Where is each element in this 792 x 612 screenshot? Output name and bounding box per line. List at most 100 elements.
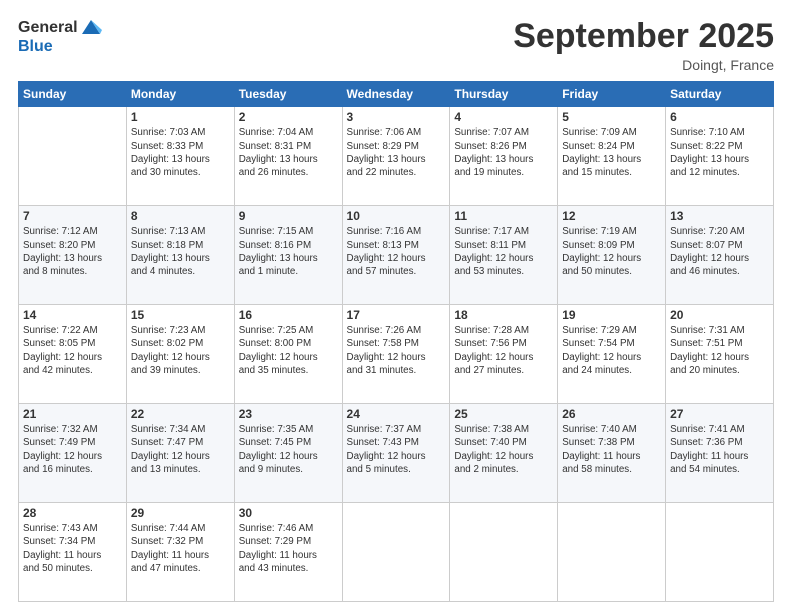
day-number: 11 xyxy=(454,209,553,223)
day-info: Sunrise: 7:28 AMSunset: 7:56 PMDaylight:… xyxy=(454,324,553,377)
day-number: 4 xyxy=(454,110,553,124)
day-info: Sunrise: 7:43 AMSunset: 7:34 PMDaylight:… xyxy=(23,522,122,575)
day-number: 12 xyxy=(562,209,661,223)
day-info: Sunrise: 7:29 AMSunset: 7:54 PMDaylight:… xyxy=(562,324,661,377)
day-number: 1 xyxy=(131,110,230,124)
day-info: Sunrise: 7:22 AMSunset: 8:05 PMDaylight:… xyxy=(23,324,122,377)
calendar-cell xyxy=(19,107,127,206)
day-info: Sunrise: 7:09 AMSunset: 8:24 PMDaylight:… xyxy=(562,126,661,179)
calendar-cell: 6 Sunrise: 7:10 AMSunset: 8:22 PMDaylight… xyxy=(666,107,774,206)
day-number: 17 xyxy=(347,308,446,322)
calendar-cell: 7 Sunrise: 7:12 AMSunset: 8:20 PMDaylight… xyxy=(19,206,127,305)
day-info: Sunrise: 7:17 AMSunset: 8:11 PMDaylight:… xyxy=(454,225,553,278)
day-info: Sunrise: 7:32 AMSunset: 7:49 PMDaylight:… xyxy=(23,423,122,476)
day-info: Sunrise: 7:41 AMSunset: 7:36 PMDaylight:… xyxy=(670,423,769,476)
calendar-cell: 12 Sunrise: 7:19 AMSunset: 8:09 PMDayligh… xyxy=(558,206,666,305)
month-title: September 2025 xyxy=(513,18,774,55)
calendar-cell: 14Sunrise: 7:22 AMSunset: 8:05 PMDayligh… xyxy=(19,305,127,404)
week-row-4: 28 Sunrise: 7:43 AMSunset: 7:34 PMDayligh… xyxy=(19,503,774,602)
day-number: 29 xyxy=(131,506,230,520)
day-info: Sunrise: 7:10 AMSunset: 8:22 PMDaylight:… xyxy=(670,126,769,179)
day-number: 27 xyxy=(670,407,769,421)
day-info: Sunrise: 7:44 AMSunset: 7:32 PMDaylight:… xyxy=(131,522,230,575)
calendar-cell: 13Sunrise: 7:20 AMSunset: 8:07 PMDayligh… xyxy=(666,206,774,305)
calendar-cell: 21 Sunrise: 7:32 AMSunset: 7:49 PMDayligh… xyxy=(19,404,127,503)
calendar-cell: 27 Sunrise: 7:41 AMSunset: 7:36 PMDayligh… xyxy=(666,404,774,503)
calendar-cell: 26 Sunrise: 7:40 AMSunset: 7:38 PMDayligh… xyxy=(558,404,666,503)
day-number: 9 xyxy=(239,209,338,223)
day-number: 5 xyxy=(562,110,661,124)
day-number: 7 xyxy=(23,209,122,223)
day-number: 16 xyxy=(239,308,338,322)
calendar-cell: 10 Sunrise: 7:16 AMSunset: 8:13 PMDayligh… xyxy=(342,206,450,305)
day-number: 26 xyxy=(562,407,661,421)
day-info: Sunrise: 7:12 AMSunset: 8:20 PMDaylight:… xyxy=(23,225,122,278)
logo-blue-text: Blue xyxy=(18,38,102,56)
day-number: 15 xyxy=(131,308,230,322)
calendar-cell: 1 Sunrise: 7:03 AMSunset: 8:33 PMDaylight… xyxy=(126,107,234,206)
day-info: Sunrise: 7:20 AMSunset: 8:07 PMDaylight:… xyxy=(670,225,769,278)
day-number: 6 xyxy=(670,110,769,124)
calendar-cell xyxy=(558,503,666,602)
calendar-cell: 30Sunrise: 7:46 AMSunset: 7:29 PMDayligh… xyxy=(234,503,342,602)
day-info: Sunrise: 7:16 AMSunset: 8:13 PMDaylight:… xyxy=(347,225,446,278)
calendar-page: General Blue September 2025 Doingt, Fran… xyxy=(0,0,792,612)
week-row-0: 1 Sunrise: 7:03 AMSunset: 8:33 PMDaylight… xyxy=(19,107,774,206)
col-header-wednesday: Wednesday xyxy=(342,82,450,107)
day-info: Sunrise: 7:25 AMSunset: 8:00 PMDaylight:… xyxy=(239,324,338,377)
day-number: 28 xyxy=(23,506,122,520)
day-number: 21 xyxy=(23,407,122,421)
calendar-cell: 8 Sunrise: 7:13 AMSunset: 8:18 PMDaylight… xyxy=(126,206,234,305)
day-number: 18 xyxy=(454,308,553,322)
header: General Blue September 2025 Doingt, Fran… xyxy=(18,18,774,73)
day-number: 20 xyxy=(670,308,769,322)
day-info: Sunrise: 7:03 AMSunset: 8:33 PMDaylight:… xyxy=(131,126,230,179)
day-info: Sunrise: 7:34 AMSunset: 7:47 PMDaylight:… xyxy=(131,423,230,476)
logo-icon xyxy=(80,16,102,38)
calendar-cell: 25 Sunrise: 7:38 AMSunset: 7:40 PMDayligh… xyxy=(450,404,558,503)
col-header-saturday: Saturday xyxy=(666,82,774,107)
calendar-cell: 3Sunrise: 7:06 AMSunset: 8:29 PMDaylight… xyxy=(342,107,450,206)
calendar-cell: 11 Sunrise: 7:17 AMSunset: 8:11 PMDayligh… xyxy=(450,206,558,305)
col-header-thursday: Thursday xyxy=(450,82,558,107)
day-number: 24 xyxy=(347,407,446,421)
day-number: 8 xyxy=(131,209,230,223)
day-info: Sunrise: 7:38 AMSunset: 7:40 PMDaylight:… xyxy=(454,423,553,476)
day-info: Sunrise: 7:23 AMSunset: 8:02 PMDaylight:… xyxy=(131,324,230,377)
day-info: Sunrise: 7:35 AMSunset: 7:45 PMDaylight:… xyxy=(239,423,338,476)
calendar-cell: 28 Sunrise: 7:43 AMSunset: 7:34 PMDayligh… xyxy=(19,503,127,602)
day-info: Sunrise: 7:37 AMSunset: 7:43 PMDaylight:… xyxy=(347,423,446,476)
calendar-cell: 4 Sunrise: 7:07 AMSunset: 8:26 PMDaylight… xyxy=(450,107,558,206)
header-row: SundayMondayTuesdayWednesdayThursdayFrid… xyxy=(19,82,774,107)
calendar-cell: 22Sunrise: 7:34 AMSunset: 7:47 PMDayligh… xyxy=(126,404,234,503)
week-row-1: 7 Sunrise: 7:12 AMSunset: 8:20 PMDaylight… xyxy=(19,206,774,305)
calendar-cell: 24 Sunrise: 7:37 AMSunset: 7:43 PMDayligh… xyxy=(342,404,450,503)
day-info: Sunrise: 7:26 AMSunset: 7:58 PMDaylight:… xyxy=(347,324,446,377)
calendar-cell: 15 Sunrise: 7:23 AMSunset: 8:02 PMDayligh… xyxy=(126,305,234,404)
calendar-cell: 19Sunrise: 7:29 AMSunset: 7:54 PMDayligh… xyxy=(558,305,666,404)
calendar-table: SundayMondayTuesdayWednesdayThursdayFrid… xyxy=(18,81,774,602)
calendar-cell: 18 Sunrise: 7:28 AMSunset: 7:56 PMDayligh… xyxy=(450,305,558,404)
calendar-cell: 2Sunrise: 7:04 AMSunset: 8:31 PMDaylight… xyxy=(234,107,342,206)
day-info: Sunrise: 7:40 AMSunset: 7:38 PMDaylight:… xyxy=(562,423,661,476)
day-number: 10 xyxy=(347,209,446,223)
day-number: 25 xyxy=(454,407,553,421)
col-header-sunday: Sunday xyxy=(19,82,127,107)
day-info: Sunrise: 7:07 AMSunset: 8:26 PMDaylight:… xyxy=(454,126,553,179)
calendar-cell: 9 Sunrise: 7:15 AMSunset: 8:16 PMDaylight… xyxy=(234,206,342,305)
logo: General Blue xyxy=(18,18,102,56)
location: Doingt, France xyxy=(513,57,774,73)
calendar-cell xyxy=(666,503,774,602)
day-info: Sunrise: 7:19 AMSunset: 8:09 PMDaylight:… xyxy=(562,225,661,278)
calendar-cell: 20Sunrise: 7:31 AMSunset: 7:51 PMDayligh… xyxy=(666,305,774,404)
calendar-cell: 23 Sunrise: 7:35 AMSunset: 7:45 PMDayligh… xyxy=(234,404,342,503)
col-header-friday: Friday xyxy=(558,82,666,107)
col-header-tuesday: Tuesday xyxy=(234,82,342,107)
day-number: 23 xyxy=(239,407,338,421)
day-info: Sunrise: 7:04 AMSunset: 8:31 PMDaylight:… xyxy=(239,126,338,179)
day-info: Sunrise: 7:15 AMSunset: 8:16 PMDaylight:… xyxy=(239,225,338,278)
calendar-cell xyxy=(342,503,450,602)
day-info: Sunrise: 7:13 AMSunset: 8:18 PMDaylight:… xyxy=(131,225,230,278)
calendar-cell: 5 Sunrise: 7:09 AMSunset: 8:24 PMDaylight… xyxy=(558,107,666,206)
day-number: 3 xyxy=(347,110,446,124)
